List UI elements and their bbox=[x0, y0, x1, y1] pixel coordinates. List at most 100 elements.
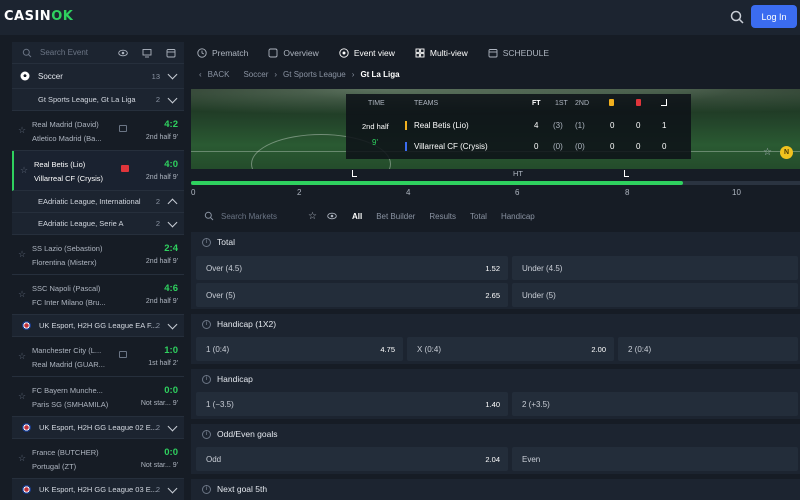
tab-multi-view[interactable]: Multi-view bbox=[415, 48, 468, 58]
odd-button[interactable]: Under (4.5) bbox=[512, 256, 798, 280]
sidebar-league[interactable]: UK Esport, H2H GG League 02 E... 2 bbox=[12, 417, 184, 439]
star-icon[interactable]: ☆ bbox=[18, 250, 27, 259]
match-row[interactable]: ☆ SSC Napoli (Pascal) FC Inter Milano (B… bbox=[12, 275, 184, 315]
chevron-down-icon[interactable] bbox=[167, 483, 178, 493]
monitor-icon[interactable] bbox=[142, 48, 152, 58]
match-minute: 9' bbox=[372, 138, 378, 147]
chevron-down-icon[interactable] bbox=[167, 421, 178, 431]
info-icon[interactable]: i bbox=[202, 319, 211, 329]
breadcrumb-current: Gt La Liga bbox=[360, 70, 400, 79]
search-markets-input[interactable]: Search Markets bbox=[204, 211, 299, 221]
info-icon[interactable]: i bbox=[202, 237, 211, 247]
sidebar-league[interactable]: EAdriatic League, International 2 bbox=[12, 191, 184, 213]
home-yellow: 0 bbox=[610, 121, 615, 130]
odd-button[interactable]: 1 (−3.5) 1.40 bbox=[196, 392, 508, 416]
team-away: Paris SG (SMHAMILA) bbox=[32, 400, 109, 409]
star-icon[interactable]: ☆ bbox=[18, 352, 27, 361]
chevron-down-icon[interactable] bbox=[167, 69, 178, 80]
grid-icon bbox=[415, 48, 425, 58]
league-count: 2 bbox=[155, 197, 160, 206]
login-button[interactable]: Log In bbox=[751, 5, 797, 28]
match-row[interactable]: ☆ France (BUTCHER) Portugal (ZT) 0:0 Not… bbox=[12, 439, 184, 479]
filter-handicap[interactable]: Handicap bbox=[501, 212, 535, 221]
breadcrumb-league[interactable]: Gt Sports League bbox=[283, 70, 346, 79]
match-row[interactable]: ☆ SS Lazio (Sebastion) Florentina (Miste… bbox=[12, 235, 184, 275]
odd-button[interactable]: Over (5) 2.65 bbox=[196, 283, 508, 307]
market-header[interactable]: i Next goal 5th bbox=[191, 479, 800, 499]
star-icon[interactable]: ☆ bbox=[18, 290, 27, 299]
home-team: Real Betis (Lio) bbox=[414, 121, 469, 130]
odd-label: 1 (−3.5) bbox=[206, 399, 234, 409]
search-event-input[interactable]: Search Event bbox=[40, 48, 88, 57]
market-next-goal: i Next goal 5th bbox=[191, 479, 800, 500]
eye-icon[interactable] bbox=[118, 48, 128, 58]
odd-label: Even bbox=[522, 454, 541, 464]
filter-results[interactable]: Results bbox=[429, 212, 456, 221]
soccer-ball-icon bbox=[20, 71, 30, 81]
filter-total[interactable]: Total bbox=[470, 212, 487, 221]
filter-all[interactable]: All bbox=[352, 212, 362, 221]
tab-schedule[interactable]: SCHEDULE bbox=[488, 48, 549, 58]
sidebar-search[interactable]: Search Event bbox=[12, 42, 184, 64]
star-icon[interactable]: ☆ bbox=[18, 126, 27, 135]
star-icon[interactable]: ☆ bbox=[20, 166, 29, 175]
match-status: 2nd half 9' bbox=[145, 298, 178, 305]
info-icon[interactable]: i bbox=[202, 484, 211, 494]
chevron-down-icon[interactable] bbox=[167, 93, 178, 103]
info-icon[interactable]: i bbox=[202, 429, 211, 439]
tab-label: SCHEDULE bbox=[502, 48, 549, 58]
tab-label: Prematch bbox=[212, 48, 249, 58]
market-header[interactable]: i Total bbox=[191, 232, 800, 252]
sport-count: 13 bbox=[151, 71, 160, 81]
odd-button[interactable]: Even bbox=[512, 447, 798, 471]
match-row-selected[interactable]: ☆ Real Betis (Lio) Villarreal CF (Crysis… bbox=[12, 151, 184, 191]
match-status: 2nd half 9' bbox=[145, 258, 178, 265]
sidebar-league[interactable]: Gt Sports League, Gt La Liga 2 bbox=[12, 89, 184, 111]
odd-button[interactable]: Under (5) bbox=[512, 283, 798, 307]
league-label: EAdriatic League, International bbox=[38, 197, 141, 206]
league-label: UK Esport, H2H GG League EA F... bbox=[39, 321, 157, 330]
match-score: 1:0 bbox=[164, 345, 178, 356]
yellow-card-icon bbox=[609, 99, 614, 106]
corner-marker-icon bbox=[624, 170, 629, 177]
market-header[interactable]: i Handicap bbox=[191, 369, 800, 389]
home-2nd: (1) bbox=[575, 121, 585, 130]
star-icon[interactable]: ☆ bbox=[18, 454, 27, 463]
back-link[interactable]: BACK bbox=[208, 70, 230, 79]
sidebar-league[interactable]: EAdriatic League, Serie A 2 bbox=[12, 213, 184, 235]
odd-button[interactable]: 1 (0:4) 4.75 bbox=[196, 337, 403, 361]
filter-bet-builder[interactable]: Bet Builder bbox=[376, 212, 415, 221]
market-header[interactable]: i Handicap (1X2) bbox=[191, 314, 800, 334]
odd-button[interactable]: X (0:4) 2.00 bbox=[407, 337, 614, 361]
sidebar-league[interactable]: UK Esport, H2H GG League EA F... 2 bbox=[12, 315, 184, 337]
tab-prematch[interactable]: Prematch bbox=[197, 48, 248, 58]
match-row[interactable]: ☆ Real Madrid (David) Atletico Madrid (B… bbox=[12, 111, 184, 151]
tab-overview[interactable]: Overview bbox=[268, 48, 319, 58]
logo[interactable]: CASINOK bbox=[4, 9, 73, 24]
breadcrumb-sport[interactable]: Soccer bbox=[243, 70, 268, 79]
chevron-down-icon[interactable] bbox=[167, 319, 178, 329]
odd-button[interactable]: 2 (0:4) bbox=[618, 337, 798, 361]
search-icon[interactable] bbox=[729, 9, 745, 25]
eye-icon[interactable] bbox=[327, 211, 337, 221]
star-icon[interactable]: ☆ bbox=[308, 211, 317, 222]
chevron-down-icon[interactable] bbox=[167, 217, 178, 227]
star-icon[interactable]: ☆ bbox=[763, 147, 772, 158]
calendar-icon[interactable] bbox=[166, 48, 176, 58]
odd-button[interactable]: Over (4.5) 1.52 bbox=[196, 256, 508, 280]
tab-event-view[interactable]: Event view bbox=[339, 48, 395, 58]
chevron-up-icon[interactable] bbox=[167, 198, 178, 208]
market-header[interactable]: i Odd/Even goals bbox=[191, 424, 800, 444]
coin-icon[interactable]: N bbox=[780, 146, 793, 159]
star-icon[interactable]: ☆ bbox=[18, 392, 27, 401]
match-row[interactable]: ☆ FC Bayern Munche... Paris SG (SMHAMILA… bbox=[12, 377, 184, 417]
event-view-icon bbox=[339, 48, 349, 58]
sidebar-sport-soccer[interactable]: Soccer 13 bbox=[12, 64, 184, 89]
chevron-left-icon[interactable]: ‹ bbox=[199, 70, 202, 79]
info-icon[interactable]: i bbox=[202, 374, 211, 384]
clock-icon bbox=[197, 48, 207, 58]
odd-button[interactable]: Odd 2.04 bbox=[196, 447, 508, 471]
sidebar-league[interactable]: UK Esport, H2H GG League 03 E... 2 bbox=[12, 479, 184, 500]
match-row[interactable]: ☆ Manchester City (L... Real Madrid (GUA… bbox=[12, 337, 184, 377]
odd-button[interactable]: 2 (+3.5) bbox=[512, 392, 798, 416]
